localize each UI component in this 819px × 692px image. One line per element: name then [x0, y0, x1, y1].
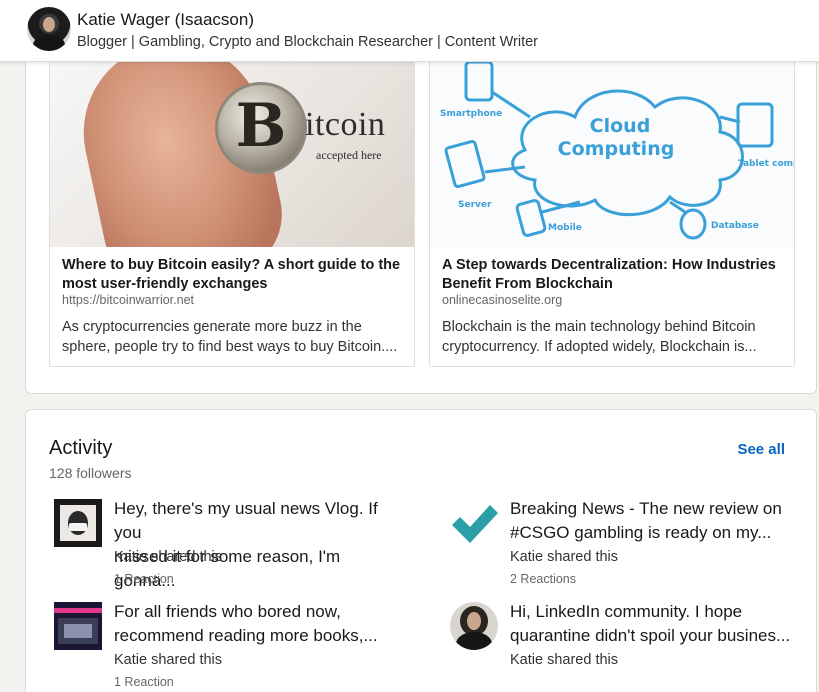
activity-title: Activity — [49, 437, 113, 459]
article-description: Blockchain is the main technology behind… — [442, 319, 757, 355]
photo-face — [467, 612, 481, 630]
cloud-label-line2: Computing — [558, 138, 675, 160]
coin-letter: B — [235, 91, 287, 161]
article-title[interactable]: Where to buy Bitcoin easily? A short gui… — [62, 256, 406, 294]
article-description: As cryptocurrencies generate more buzz i… — [62, 319, 398, 355]
vlog-thumbnail[interactable] — [54, 499, 102, 547]
featured-articles-card: B itcoin accepted here Where to buy Bitc… — [25, 40, 817, 394]
photo-body — [456, 632, 492, 650]
post-shared-by: Katie shared this — [510, 549, 619, 565]
post-reactions[interactable]: 1 Reaction — [114, 572, 174, 586]
post-text[interactable]: Hi, LinkedIn community. I hope quarantin… — [510, 600, 800, 648]
activity-post[interactable]: Hi, LinkedIn community. I hope quarantin… — [450, 600, 790, 690]
post-text-line: quarantine didn't spoil your busines... — [510, 626, 791, 645]
thumb-mask — [69, 523, 87, 531]
article-card-blockchain[interactable]: Cloud Computing Smartphone Tablet comput… — [429, 61, 795, 367]
activity-post[interactable]: For all friends who bored now, recommend… — [54, 600, 394, 690]
article-image-bitcoin[interactable]: B itcoin accepted here — [50, 62, 414, 247]
post-reactions[interactable]: 1 Reaction — [114, 675, 174, 689]
post-reactions[interactable]: 2 Reactions — [510, 572, 576, 586]
post-text-line: Hi, LinkedIn community. I hope — [510, 602, 743, 621]
image-background: Cloud Computing Smartphone Tablet comput… — [430, 62, 794, 247]
article-card-bitcoin[interactable]: B itcoin accepted here Where to buy Bitc… — [49, 61, 415, 367]
avatar-face — [43, 17, 55, 32]
profile-sticky-header: Katie Wager (Isaacson) Blogger | Gamblin… — [0, 0, 819, 62]
profile-avatar[interactable] — [27, 7, 71, 51]
thumb-screen-content — [64, 624, 92, 638]
see-all-link[interactable]: See all — [737, 441, 785, 458]
post-shared-by: Katie shared this — [510, 652, 619, 668]
bitcoin-coin-icon: B — [215, 82, 307, 174]
post-text-line: Breaking News - The new review on — [510, 499, 782, 518]
cloud-computing-illustration: Cloud Computing Smartphone Tablet comput… — [440, 62, 794, 240]
label-database: Database — [711, 221, 759, 231]
post-shared-by: Katie shared this — [114, 652, 223, 668]
activity-card: Activity 128 followers See all Hey, ther… — [25, 409, 817, 692]
article-image-cloud-computing[interactable]: Cloud Computing Smartphone Tablet comput… — [430, 62, 794, 247]
post-shared-by: Katie shared this — [114, 549, 223, 565]
image-bitcoin-subtext: accepted here — [316, 148, 382, 162]
checkmark-icon[interactable] — [450, 499, 498, 547]
post-text-line: recommend reading more books,... — [114, 626, 378, 645]
label-smartphone: Smartphone — [440, 109, 502, 119]
profile-headline: Blogger | Gambling, Crypto and Blockchai… — [77, 34, 539, 50]
image-bitcoin-word: itcoin — [305, 106, 386, 143]
followers-count[interactable]: 128 followers — [49, 465, 132, 481]
post-text[interactable]: For all friends who bored now, recommend… — [114, 600, 404, 648]
profile-photo[interactable] — [450, 602, 498, 650]
avatar-body — [33, 35, 65, 51]
books-thumbnail[interactable] — [54, 602, 102, 650]
profile-name[interactable]: Katie Wager (Isaacson) — [77, 10, 254, 30]
post-text-line: #CSGO gambling is ready on my... — [510, 523, 772, 542]
article-url: onlinecasinoselite.org — [442, 293, 563, 307]
cloud-label-line1: Cloud — [590, 115, 651, 137]
thumb-banner — [54, 608, 102, 613]
activity-post[interactable]: Breaking News - The new review on #CSGO … — [450, 497, 790, 587]
post-text-line: Hey, there's my usual news Vlog. If you — [114, 499, 378, 542]
post-text-line: For all friends who bored now, — [114, 602, 341, 621]
checkmark-svg — [452, 505, 498, 543]
label-mobile: Mobile — [548, 223, 582, 233]
label-server: Server — [458, 200, 492, 210]
label-tablet: Tablet computer — [738, 159, 794, 169]
activity-post[interactable]: Hey, there's my usual news Vlog. If you … — [54, 497, 394, 590]
post-text[interactable]: Breaking News - The new review on #CSGO … — [510, 497, 800, 545]
article-url: https://bitcoinwarrior.net — [62, 293, 195, 307]
article-title[interactable]: A Step towards Decentralization: How Ind… — [442, 256, 786, 294]
